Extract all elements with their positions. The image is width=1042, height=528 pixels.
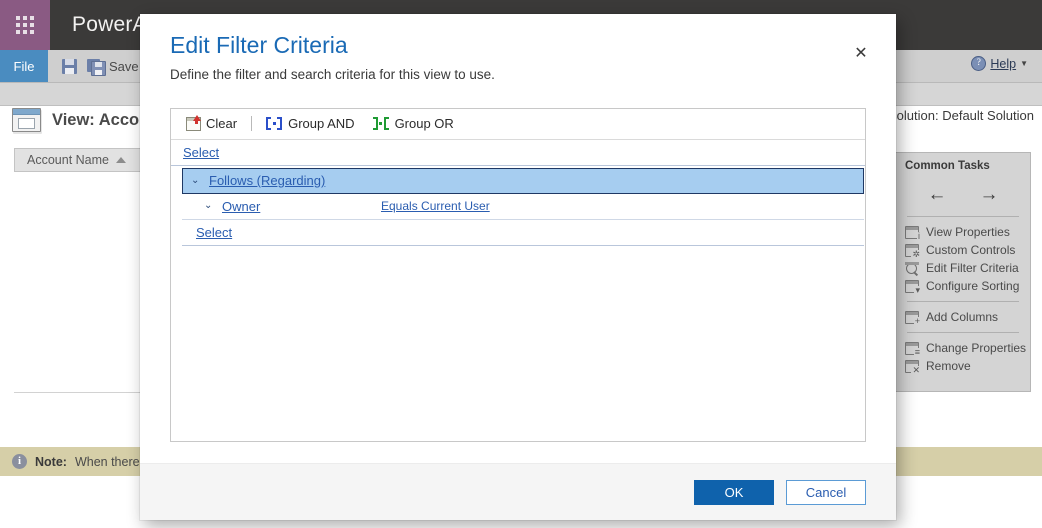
tab-file[interactable]: File [0, 50, 48, 82]
save-as-icon [87, 58, 106, 76]
clear-button[interactable]: Clear [177, 114, 246, 133]
task-change-properties[interactable]: ≡ Change Properties [905, 339, 1026, 357]
remove-icon: ✕ [905, 359, 921, 375]
select-link[interactable]: Select [183, 145, 219, 160]
common-tasks-nav: ← → [905, 181, 1021, 216]
task-label: Edit Filter Criteria [926, 261, 1019, 275]
help-globe-icon: ? [971, 56, 987, 71]
filter-group-row[interactable]: ⌄ Follows (Regarding) [182, 167, 864, 194]
solution-context-label: n solution: Default Solution [879, 108, 1034, 123]
magnifier-icon [905, 261, 919, 275]
divider [907, 301, 1019, 302]
chevron-down-icon[interactable]: ⌄ [191, 175, 200, 186]
task-edit-filter-criteria[interactable]: Edit Filter Criteria [905, 259, 1021, 277]
dialog-footer: OK Cancel [140, 463, 896, 520]
dialog-subtitle: Define the filter and search criteria fo… [170, 66, 495, 82]
select-link[interactable]: Select [196, 225, 232, 240]
task-custom-controls[interactable]: ✲ Custom Controls [905, 241, 1021, 259]
add-columns-icon: + [905, 310, 921, 326]
clear-icon [186, 114, 201, 131]
task-label: Remove [926, 359, 971, 373]
task-add-columns[interactable]: + Add Columns [905, 308, 1021, 326]
task-view-properties[interactable]: i View Properties [905, 223, 1021, 241]
waffle-grid-icon[interactable] [0, 0, 50, 50]
common-tasks-panel: Common Tasks ← → i View Properties ✲ Cus… [895, 152, 1031, 392]
change-properties-icon: ≡ [905, 341, 921, 357]
filter-rows: Select ⌄ Follows (Regarding) ⌄ Owner Equ… [171, 140, 865, 441]
filter-condition-row[interactable]: ⌄ Owner Equals Current User [182, 194, 864, 220]
view-properties-icon: i [905, 225, 921, 241]
help-menu[interactable]: ? Help ▼ [971, 56, 1028, 71]
screen-root: PowerApps File Save As ? Help ▼ n soluti… [0, 0, 1042, 528]
filter-group-label[interactable]: Follows (Regarding) [209, 173, 325, 188]
arrow-right-icon[interactable]: → [980, 185, 999, 204]
group-and-label: Group AND [288, 116, 355, 132]
dialog-title: Edit Filter Criteria [170, 32, 348, 58]
select-row-top[interactable]: Select [171, 140, 865, 166]
chevron-down-icon: ▼ [1020, 59, 1028, 68]
info-icon: i [12, 454, 27, 469]
divider [907, 216, 1019, 217]
filter-criteria-box: Clear Group AND Group OR Select ⌄ Follow… [170, 107, 866, 442]
group-or-icon [372, 117, 389, 131]
task-configure-sorting[interactable]: ▾ Configure Sorting [905, 277, 1021, 295]
clear-label: Clear [206, 116, 238, 132]
view-title-row: View: Accou [12, 108, 149, 132]
save-button[interactable] [62, 58, 77, 74]
sort-ascending-icon [115, 157, 126, 163]
select-row-bottom[interactable]: Select [182, 220, 864, 246]
save-icon [62, 58, 77, 74]
group-and-icon [266, 117, 283, 131]
task-label: Configure Sorting [926, 279, 1020, 293]
page-title: View: Accou [52, 110, 150, 129]
edit-filter-criteria-dialog: Edit Filter Criteria Define the filter a… [140, 14, 896, 520]
condition-field-link[interactable]: Owner [222, 199, 372, 214]
group-and-button[interactable]: Group AND [257, 114, 363, 133]
group-or-label: Group OR [394, 116, 454, 132]
dialog-body: Clear Group AND Group OR Select ⌄ Follow… [140, 82, 896, 463]
ok-button[interactable]: OK [694, 479, 774, 505]
arrow-left-icon[interactable]: ← [928, 185, 947, 204]
filter-toolbar: Clear Group AND Group OR [171, 109, 865, 140]
note-prefix: Note: [35, 454, 67, 469]
task-label: Custom Controls [926, 243, 1016, 257]
grid-column-header-label: Account Name [27, 153, 109, 167]
condition-operator-value[interactable]: Equals Current User [381, 199, 490, 213]
cancel-button[interactable]: Cancel [786, 479, 866, 505]
task-label: Change Properties [926, 341, 1027, 355]
custom-controls-icon: ✲ [905, 243, 921, 259]
group-or-button[interactable]: Group OR [364, 114, 463, 133]
task-label: Add Columns [926, 310, 999, 324]
dialog-header: Edit Filter Criteria Define the filter a… [140, 14, 896, 82]
task-label: View Properties [926, 225, 1010, 239]
chevron-down-icon[interactable]: ⌄ [204, 201, 213, 211]
configure-sorting-icon: ▾ [905, 279, 921, 295]
toolbar-separator [251, 116, 253, 132]
help-label: Help [990, 56, 1017, 71]
common-tasks-title: Common Tasks [905, 160, 990, 172]
view-window-icon [12, 108, 41, 132]
task-remove[interactable]: ✕ Remove [905, 357, 1021, 375]
waffle-dots [16, 16, 34, 34]
divider [907, 332, 1019, 333]
close-icon[interactable]: ✕ [848, 41, 874, 67]
